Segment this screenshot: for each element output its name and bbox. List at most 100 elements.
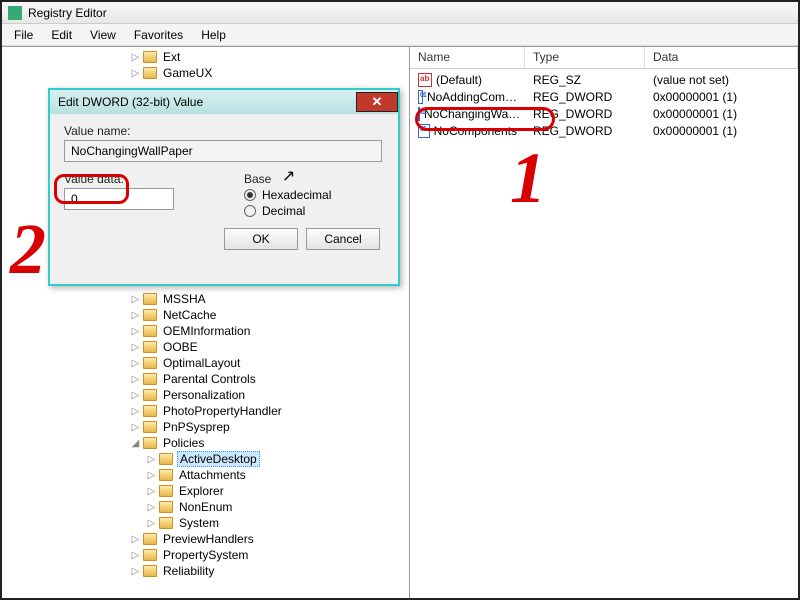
tree-item[interactable]: ▷ OptimalLayout: [2, 355, 409, 371]
folder-icon: [143, 405, 157, 417]
chevron-right-icon[interactable]: ▷: [146, 486, 157, 497]
tree-label: Explorer: [177, 484, 226, 498]
tree-label: System: [177, 516, 221, 530]
tree-item[interactable]: ▷Attachments: [2, 467, 409, 483]
tree-label: NonEnum: [177, 500, 234, 514]
tree-label: Reliability: [161, 564, 216, 578]
folder-icon: [159, 453, 173, 465]
folder-icon: [143, 533, 157, 545]
folder-icon: [159, 517, 173, 529]
list-header: Name Type Data: [410, 47, 798, 69]
radio-hex[interactable]: Hexadecimal: [244, 188, 331, 202]
tree-item[interactable]: ▷ Ext: [2, 49, 409, 65]
row-data: 0x00000001 (1): [645, 107, 798, 121]
tree-item[interactable]: ▷ Explorer: [2, 483, 409, 499]
annotation-circle-2: [54, 174, 129, 204]
tree-item[interactable]: ◢Policies: [2, 435, 409, 451]
value-name-input: [64, 140, 382, 162]
chevron-right-icon[interactable]: ▷: [146, 454, 157, 465]
folder-icon: [143, 293, 157, 305]
folder-icon: [143, 309, 157, 321]
tree-label: Personalization: [161, 388, 247, 402]
col-type[interactable]: Type: [525, 47, 645, 68]
menu-edit[interactable]: Edit: [43, 26, 80, 44]
folder-icon: [143, 565, 157, 577]
folder-icon: [143, 389, 157, 401]
folder-icon: [159, 469, 173, 481]
menubar: File Edit View Favorites Help: [2, 24, 798, 46]
folder-icon: [143, 373, 157, 385]
tree-label: Ext: [161, 50, 182, 64]
col-data[interactable]: Data: [645, 47, 798, 68]
menu-help[interactable]: Help: [193, 26, 234, 44]
chevron-down-icon[interactable]: ◢: [130, 438, 141, 449]
tree-item[interactable]: ▷ GameUX: [2, 65, 409, 81]
chevron-right-icon[interactable]: ▷: [130, 390, 141, 401]
folder-icon: [143, 341, 157, 353]
chevron-right-icon[interactable]: ▷: [130, 294, 141, 305]
tree-item[interactable]: ▷PnPSysprep: [2, 419, 409, 435]
table-row[interactable]: (Default)REG_SZ(value not set): [410, 71, 798, 88]
chevron-right-icon[interactable]: ▷: [130, 422, 141, 433]
chevron-right-icon[interactable]: ▷: [130, 68, 141, 79]
tree-item[interactable]: ▷ Reliability: [2, 563, 409, 579]
tree-label: OptimalLayout: [161, 356, 242, 370]
tree-label: PhotoPropertyHandler: [161, 404, 284, 418]
tree-label: NetCache: [161, 308, 218, 322]
chevron-right-icon[interactable]: ▷: [146, 470, 157, 481]
tree-label: Parental Controls: [161, 372, 258, 386]
chevron-right-icon[interactable]: ▷: [130, 374, 141, 385]
tree-item[interactable]: ▷ PhotoPropertyHandler: [2, 403, 409, 419]
chevron-right-icon[interactable]: ▷: [130, 326, 141, 337]
tree-item[interactable]: ▷ Parental Controls: [2, 371, 409, 387]
tree-label: ActiveDesktop: [177, 451, 260, 467]
chevron-right-icon[interactable]: ▷: [130, 406, 141, 417]
value-name-label: Value name:: [64, 124, 384, 138]
tree-item[interactable]: ▷ ActiveDesktop: [2, 451, 409, 467]
tree-item[interactable]: ▷ NonEnum: [2, 499, 409, 515]
chevron-right-icon[interactable]: ▷: [130, 534, 141, 545]
tree-item[interactable]: ▷ OOBE: [2, 339, 409, 355]
tree-label: GameUX: [161, 66, 214, 80]
tree-label: OOBE: [161, 340, 200, 354]
menu-view[interactable]: View: [82, 26, 124, 44]
chevron-right-icon[interactable]: ▷: [146, 518, 157, 529]
tree-item[interactable]: ▷ Personalization: [2, 387, 409, 403]
ok-button[interactable]: OK: [224, 228, 298, 250]
radio-icon: [244, 189, 256, 201]
window-title: Registry Editor: [28, 6, 107, 20]
tree-item[interactable]: ▷PropertySystem: [2, 547, 409, 563]
col-name[interactable]: Name: [410, 47, 525, 68]
tree-item[interactable]: ▷ PreviewHandlers: [2, 531, 409, 547]
folder-icon: [143, 325, 157, 337]
chevron-right-icon[interactable]: ▷: [130, 358, 141, 369]
chevron-right-icon[interactable]: ▷: [130, 342, 141, 353]
folder-icon: [159, 485, 173, 497]
chevron-right-icon[interactable]: ▷: [130, 52, 141, 63]
tree-item[interactable]: ▷ NetCache: [2, 307, 409, 323]
regedit-icon: [8, 6, 22, 20]
row-name: (Default): [436, 73, 482, 87]
cursor-icon: [282, 166, 296, 186]
close-button[interactable]: ✕: [356, 92, 398, 112]
tree-item[interactable]: ▷ MSSHA: [2, 291, 409, 307]
folder-icon: [143, 549, 157, 561]
folder-icon: [143, 421, 157, 433]
tree-item[interactable]: ▷OEMInformation: [2, 323, 409, 339]
chevron-right-icon[interactable]: ▷: [130, 550, 141, 561]
tree-label: MSSHA: [161, 292, 208, 306]
tree-label: PreviewHandlers: [161, 532, 256, 546]
row-type: REG_SZ: [525, 73, 645, 87]
radio-dec[interactable]: Decimal: [244, 204, 331, 218]
cancel-button[interactable]: Cancel: [306, 228, 380, 250]
row-data: 0x00000001 (1): [645, 124, 798, 138]
menu-file[interactable]: File: [6, 26, 41, 44]
chevron-right-icon[interactable]: ▷: [146, 502, 157, 513]
tree-item[interactable]: ▷ System: [2, 515, 409, 531]
table-row[interactable]: NoAddingCom…REG_DWORD0x00000001 (1): [410, 88, 798, 105]
chevron-right-icon[interactable]: ▷: [130, 310, 141, 321]
row-type: REG_DWORD: [525, 90, 645, 104]
menu-favorites[interactable]: Favorites: [126, 26, 191, 44]
chevron-right-icon[interactable]: ▷: [130, 566, 141, 577]
folder-icon: [143, 357, 157, 369]
